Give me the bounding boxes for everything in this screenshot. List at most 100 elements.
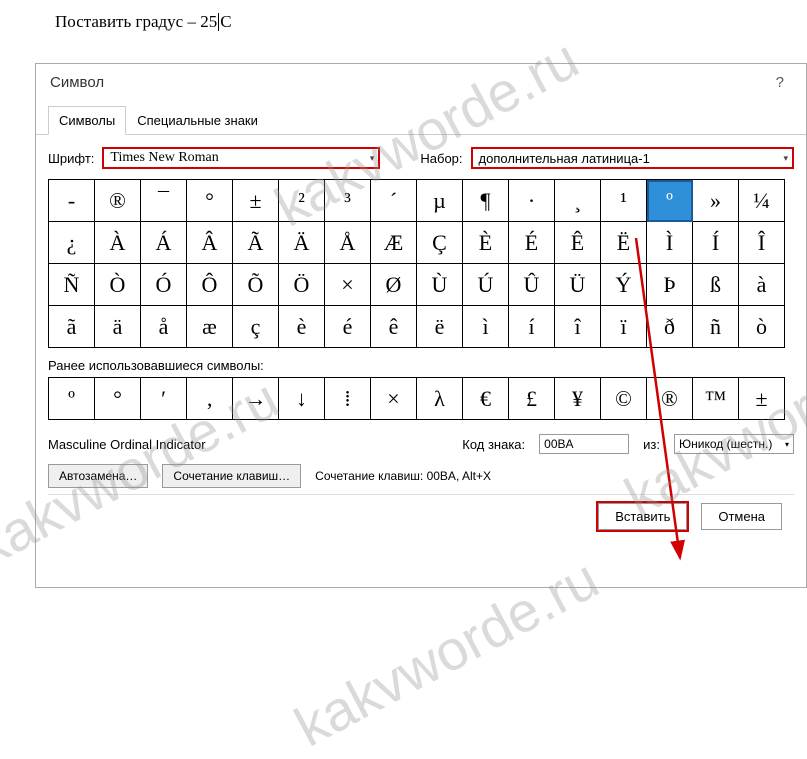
symbol-cell[interactable]: Ö: [279, 264, 325, 306]
symbol-cell[interactable]: Ç: [417, 222, 463, 264]
recent-symbol-cell[interactable]: €: [463, 378, 509, 420]
symbol-cell[interactable]: è: [279, 306, 325, 348]
chevron-down-icon: ▾: [783, 153, 788, 164]
symbol-cell[interactable]: Æ: [371, 222, 417, 264]
recent-symbol-cell[interactable]: º: [49, 378, 95, 420]
autocorrect-button[interactable]: Автозамена…: [48, 464, 148, 488]
symbol-cell[interactable]: Ê: [555, 222, 601, 264]
recent-symbol-cell[interactable]: ©: [601, 378, 647, 420]
symbol-cell[interactable]: ß: [693, 264, 739, 306]
symbol-cell[interactable]: Û: [509, 264, 555, 306]
symbol-cell[interactable]: Â: [187, 222, 233, 264]
tab-special[interactable]: Специальные знаки: [126, 106, 269, 135]
symbol-cell[interactable]: Ã: [233, 222, 279, 264]
symbol-cell[interactable]: Ü: [555, 264, 601, 306]
symbol-cell[interactable]: ³: [325, 180, 371, 222]
recent-symbol-cell[interactable]: ®: [647, 378, 693, 420]
symbol-cell[interactable]: ´: [371, 180, 417, 222]
symbol-cell[interactable]: ¶: [463, 180, 509, 222]
symbol-cell[interactable]: Ñ: [49, 264, 95, 306]
recent-symbol-cell[interactable]: ‚: [187, 378, 233, 420]
symbol-cell[interactable]: ×: [325, 264, 371, 306]
symbol-cell[interactable]: à: [739, 264, 785, 306]
recent-grid: º°′‚→↓⁞×λ€£¥©®™±: [48, 377, 785, 420]
symbol-cell[interactable]: ²: [279, 180, 325, 222]
symbol-cell[interactable]: ä: [95, 306, 141, 348]
symbol-cell[interactable]: Í: [693, 222, 739, 264]
symbol-cell[interactable]: ì: [463, 306, 509, 348]
recent-symbol-cell[interactable]: ±: [739, 378, 785, 420]
symbol-dialog: Символ ? Символы Специальные знаки Шрифт…: [35, 63, 807, 588]
symbol-cell[interactable]: Ø: [371, 264, 417, 306]
recent-symbol-cell[interactable]: →: [233, 378, 279, 420]
symbol-cell[interactable]: º: [647, 180, 693, 222]
symbol-cell[interactable]: À: [95, 222, 141, 264]
symbol-cell[interactable]: é: [325, 306, 371, 348]
symbol-cell[interactable]: ñ: [693, 306, 739, 348]
symbol-cell[interactable]: È: [463, 222, 509, 264]
shortcut-button[interactable]: Сочетание клавиш…: [162, 464, 301, 488]
symbol-cell[interactable]: ¿: [49, 222, 95, 264]
recent-symbol-cell[interactable]: ¥: [555, 378, 601, 420]
symbol-cell[interactable]: Ó: [141, 264, 187, 306]
tab-symbols[interactable]: Символы: [48, 106, 126, 135]
symbol-cell[interactable]: »: [693, 180, 739, 222]
symbol-cell[interactable]: ¼: [739, 180, 785, 222]
symbol-cell[interactable]: å: [141, 306, 187, 348]
recent-symbol-cell[interactable]: °: [95, 378, 141, 420]
symbol-grid: -®¯°±²³´µ¶·¸¹º»¼ ¿ÀÁÂÃÄÅÆÇÈÉÊËÌÍÎ ÑÒÓÔÕÖ×Ø…: [48, 179, 785, 348]
symbol-cell[interactable]: Õ: [233, 264, 279, 306]
symbol-cell[interactable]: -: [49, 180, 95, 222]
help-button[interactable]: ?: [776, 74, 792, 91]
symbol-cell[interactable]: Ì: [647, 222, 693, 264]
symbol-cell[interactable]: ¸: [555, 180, 601, 222]
recent-symbol-cell[interactable]: λ: [417, 378, 463, 420]
symbol-cell[interactable]: î: [555, 306, 601, 348]
symbol-cell[interactable]: ±: [233, 180, 279, 222]
code-input[interactable]: [539, 434, 629, 454]
symbol-cell[interactable]: Ý: [601, 264, 647, 306]
symbol-cell[interactable]: ð: [647, 306, 693, 348]
symbol-cell[interactable]: ê: [371, 306, 417, 348]
symbol-cell[interactable]: æ: [187, 306, 233, 348]
recent-symbol-cell[interactable]: ™: [693, 378, 739, 420]
char-name: Masculine Ordinal Indicator: [48, 437, 206, 452]
symbol-cell[interactable]: Ù: [417, 264, 463, 306]
recent-symbol-cell[interactable]: ′: [141, 378, 187, 420]
symbol-cell[interactable]: Ú: [463, 264, 509, 306]
symbol-cell[interactable]: ·: [509, 180, 555, 222]
insert-button[interactable]: Вставить: [598, 503, 687, 530]
symbol-cell[interactable]: í: [509, 306, 555, 348]
symbol-cell[interactable]: ¹: [601, 180, 647, 222]
symbol-cell[interactable]: ¯: [141, 180, 187, 222]
font-label: Шрифт:: [48, 151, 94, 166]
cancel-button[interactable]: Отмена: [701, 503, 782, 530]
symbol-cell[interactable]: Ë: [601, 222, 647, 264]
symbol-cell[interactable]: ã: [49, 306, 95, 348]
recent-symbol-cell[interactable]: £: [509, 378, 555, 420]
symbol-cell[interactable]: ®: [95, 180, 141, 222]
symbol-cell[interactable]: Ä: [279, 222, 325, 264]
recent-symbol-cell[interactable]: ×: [371, 378, 417, 420]
set-label: Набор:: [420, 151, 462, 166]
symbol-cell[interactable]: ï: [601, 306, 647, 348]
symbol-cell[interactable]: ë: [417, 306, 463, 348]
set-combo[interactable]: дополнительная латиница-1 ▾: [471, 147, 794, 169]
symbol-cell[interactable]: Þ: [647, 264, 693, 306]
symbol-cell[interactable]: É: [509, 222, 555, 264]
symbol-cell[interactable]: ò: [739, 306, 785, 348]
symbol-cell[interactable]: Å: [325, 222, 371, 264]
symbol-cell[interactable]: Î: [739, 222, 785, 264]
symbol-cell[interactable]: Ô: [187, 264, 233, 306]
recent-symbol-cell[interactable]: ⁞: [325, 378, 371, 420]
dialog-title: Символ: [50, 74, 104, 91]
symbol-cell[interactable]: µ: [417, 180, 463, 222]
symbol-cell[interactable]: °: [187, 180, 233, 222]
font-combo[interactable]: Times New Roman ▾: [102, 147, 380, 169]
symbol-cell[interactable]: ç: [233, 306, 279, 348]
from-combo[interactable]: Юникод (шестн.) ▾: [674, 434, 794, 454]
chevron-down-icon: ▾: [370, 153, 375, 164]
recent-symbol-cell[interactable]: ↓: [279, 378, 325, 420]
symbol-cell[interactable]: Ò: [95, 264, 141, 306]
symbol-cell[interactable]: Á: [141, 222, 187, 264]
